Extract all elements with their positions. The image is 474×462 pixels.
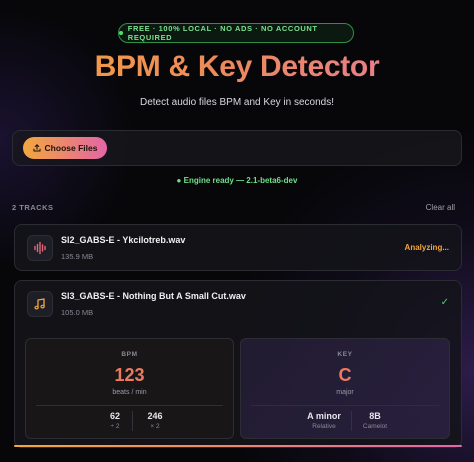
track-icon-box xyxy=(27,235,53,261)
key-value: C xyxy=(338,365,352,385)
bpm-double-value: 246 xyxy=(147,411,163,421)
key-camelot-label: Camelot xyxy=(362,423,388,430)
bpm-divider xyxy=(36,405,223,406)
track-filesize: 135.9 MB xyxy=(61,252,94,261)
page-subtitle: Detect audio files BPM and Key in second… xyxy=(140,97,334,108)
check-icon: ✓ xyxy=(440,297,449,308)
key-relative-label: Relative xyxy=(312,423,336,430)
engine-status-text: Engine ready — 2.1-beta6-dev xyxy=(183,176,298,185)
bpm-mini-separator xyxy=(132,411,133,431)
engine-status-dot-icon: ● xyxy=(176,176,184,185)
bpm-half: 62 ÷ 2 xyxy=(100,411,130,430)
bpm-value: 123 xyxy=(114,365,145,385)
bpm-half-value: 62 xyxy=(109,411,120,421)
track-card-expanded[interactable]: Sl3_GABS-E - Nothing But A Small Cut.wav… xyxy=(14,280,462,448)
privacy-badge-text: FREE · 100% LOCAL · NO ADS · NO ACCOUNT … xyxy=(127,24,318,42)
privacy-badge: FREE · 100% LOCAL · NO ADS · NO ACCOUNT … xyxy=(118,23,354,43)
track-card[interactable]: Sl2_GABS-E - Ykcilotreb.wav 135.9 MB Ana… xyxy=(14,224,462,271)
status-dot-icon xyxy=(119,31,123,35)
waveform-icon xyxy=(34,241,46,255)
track-status-analyzing: Analyzing... xyxy=(404,243,449,252)
key-panel: KEY C major A minor Relative 8B Camelot xyxy=(240,338,450,439)
key-camelot: 8B Camelot xyxy=(355,411,395,430)
bpm-unit: beats / min xyxy=(112,389,147,396)
bpm-half-label: ÷ 2 xyxy=(110,423,120,430)
clear-all-button[interactable]: Clear all xyxy=(426,203,455,212)
track-filesize: 105.0 MB xyxy=(61,308,94,317)
upload-icon xyxy=(32,144,41,152)
key-mini-separator xyxy=(351,411,352,431)
accent-bar xyxy=(14,445,462,447)
track-filename: Sl2_GABS-E - Ykcilotreb.wav xyxy=(61,235,186,245)
music-note-icon xyxy=(34,298,45,310)
engine-status: ● Engine ready — 2.1-beta6-dev xyxy=(0,176,474,185)
track-icon-box xyxy=(27,291,53,317)
choose-files-label: Choose Files xyxy=(44,143,98,153)
track-filename: Sl3_GABS-E - Nothing But A Small Cut.wav xyxy=(61,291,246,301)
bpm-double: 246 × 2 xyxy=(138,411,172,430)
bpm-panel: BPM 123 beats / min 62 ÷ 2 246 × 2 xyxy=(25,338,234,439)
bpm-double-label: × 2 xyxy=(150,423,160,430)
file-dropzone[interactable]: Choose Files xyxy=(12,130,462,166)
tracks-count: 2 TRACKS xyxy=(12,203,54,212)
page-title: BPM & Key Detector xyxy=(0,50,474,84)
bpm-label: BPM xyxy=(121,351,138,358)
key-camelot-value: 8B xyxy=(369,411,381,421)
key-label: KEY xyxy=(337,351,353,358)
choose-files-button[interactable]: Choose Files xyxy=(23,137,107,159)
key-relative-value: A minor xyxy=(307,411,341,421)
key-mode: major xyxy=(336,389,354,396)
key-relative: A minor Relative xyxy=(299,411,349,430)
key-divider xyxy=(251,405,439,406)
